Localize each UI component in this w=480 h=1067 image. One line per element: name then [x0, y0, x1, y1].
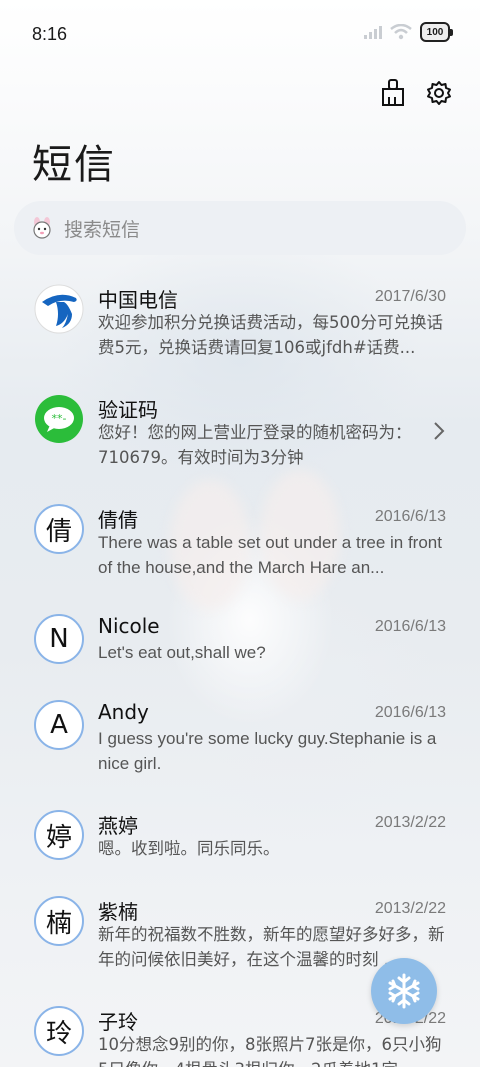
avatar: A: [34, 700, 84, 750]
status-bar: 8:16 100: [0, 0, 480, 68]
broom-icon: [382, 79, 404, 106]
avatar: 倩: [34, 504, 84, 554]
conversation-name: 子玲: [98, 1010, 138, 1034]
avatar: N: [34, 614, 84, 664]
wifi-icon: [390, 24, 412, 40]
conversation-item[interactable]: N Nicole 2016/6/13 Let's eat out,shall w…: [0, 600, 480, 686]
conversation-date: 2016/6/13: [374, 704, 446, 721]
signal-icon: [364, 26, 382, 39]
conversation-preview: 您好！您的网上营业厅登录的随机密码为：710679。有效时间为3分钟: [98, 423, 412, 467]
conversation-name: 倩倩: [98, 508, 138, 532]
conversation-preview: 10分想念9别的你，8张照片7张是你，6只小狗5只像你，4根骨头3根归你，2爪着…: [98, 1035, 442, 1067]
conversation-item[interactable]: **- 验证码 您好！您的网上营业厅登录的随机密码为：710679。有效时间为3…: [0, 380, 480, 490]
battery-icon: 100: [420, 22, 453, 42]
conversation-preview: There was a table set out under a tree i…: [98, 533, 442, 577]
conversation-item[interactable]: 婷 燕婷 2013/2/22 嗯。收到啦。同乐同乐。: [0, 796, 480, 882]
search-bar[interactable]: 搜索短信: [14, 201, 466, 255]
conversation-item[interactable]: A Andy 2016/6/13 I guess you're some luc…: [0, 686, 480, 796]
broom-button[interactable]: [378, 78, 408, 108]
conversation-name: Nicole: [98, 614, 160, 638]
battery-level: 100: [426, 26, 444, 38]
conversation-preview: I guess you're some lucky guy.Stephanie …: [98, 729, 437, 773]
search-input[interactable]: 搜索短信: [64, 215, 140, 242]
conversation-date: 2013/2/22: [374, 900, 446, 917]
compose-fab-button[interactable]: [371, 958, 437, 1024]
avatar: 楠: [34, 896, 84, 946]
avatar: 婷: [34, 810, 84, 860]
conversation-name: 紫楠: [98, 900, 138, 924]
conversation-date: 2016/6/13: [374, 618, 446, 635]
sms-app-avatar: **-: [34, 394, 84, 444]
conversation-item[interactable]: 倩 倩倩 2016/6/13 There was a table set out…: [0, 490, 480, 600]
conversation-preview: 嗯。收到啦。同乐同乐。: [98, 839, 280, 858]
conversation-name: 燕婷: [98, 814, 138, 838]
status-time: 8:16: [32, 23, 68, 44]
conversation-item[interactable]: 中国电信 2017/6/30 欢迎参加积分兑换话费活动，每500分可兑换话费5元…: [0, 270, 480, 380]
page-title: 短信: [32, 142, 116, 188]
status-icons: 100: [364, 22, 453, 42]
conversation-preview: 欢迎参加积分兑换话费活动，每500分可兑换话费5元，兑换话费请回复106或jfd…: [98, 313, 443, 357]
china-telecom-logo-avatar: [34, 284, 84, 334]
message-bubble-icon: **-: [35, 395, 83, 443]
settings-button[interactable]: [424, 78, 454, 108]
conversation-date: 2017/6/30: [374, 288, 446, 305]
china-telecom-logo-icon: [34, 284, 84, 334]
conversation-date: 2016/6/13: [374, 508, 446, 525]
bunny-search-icon: [33, 217, 51, 239]
conversation-name: Andy: [98, 700, 149, 724]
snowflake-icon: [388, 973, 420, 1009]
gear-icon: [427, 81, 451, 105]
avatar: 玲: [34, 1006, 84, 1056]
conversation-name: 中国电信: [98, 288, 178, 312]
svg-text:**-: **-: [52, 412, 67, 425]
conversation-list: 中国电信 2017/6/30 欢迎参加积分兑换话费活动，每500分可兑换话费5元…: [0, 270, 480, 1067]
chevron-right-icon[interactable]: [432, 420, 446, 442]
conversation-name: 验证码: [98, 398, 158, 422]
top-actions: [378, 78, 454, 108]
conversation-preview: Let's eat out,shall we?: [98, 643, 266, 662]
conversation-date: 2013/2/22: [374, 814, 446, 831]
